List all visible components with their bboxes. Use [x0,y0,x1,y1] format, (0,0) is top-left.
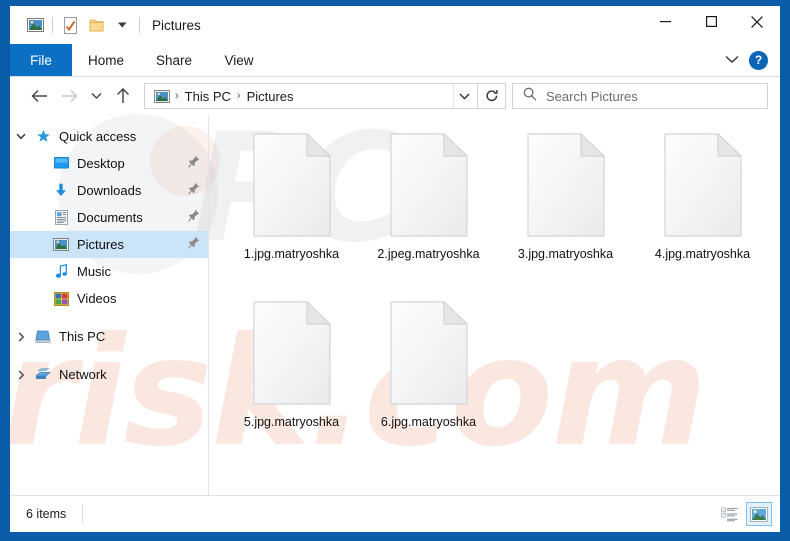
sidebar-item-pictures[interactable]: Pictures [10,231,208,258]
generic-file-icon [664,133,742,237]
pin-icon[interactable] [188,209,200,227]
tab-view[interactable]: View [208,44,270,76]
file-item[interactable]: 5.jpg.matryoshka [223,297,360,465]
tab-file[interactable]: File [10,44,72,76]
sidebar-item-label: Documents [77,210,143,225]
sidebar-item-videos[interactable]: Videos [10,285,208,312]
chevron-right-icon[interactable] [10,332,32,342]
desktop-icon [50,157,72,170]
new-folder-icon[interactable] [83,13,109,37]
music-icon [50,264,72,279]
large-icons-view-button[interactable] [746,502,772,526]
sidebar-item-desktop[interactable]: Desktop [10,150,208,177]
back-button[interactable] [24,82,54,110]
pin-icon[interactable] [188,236,200,254]
status-separator [82,504,83,524]
quick-access-toolbar [10,13,144,37]
file-name: 4.jpg.matryoshka [637,246,769,264]
generic-file-icon [527,133,605,237]
file-list[interactable]: 1.jpg.matryoshka 2.jpeg.matryoshka [209,115,780,495]
sidebar-item-label: This PC [59,329,105,344]
search-placeholder: Search Pictures [546,89,638,104]
sidebar-item-documents[interactable]: Documents [10,204,208,231]
pin-icon[interactable] [188,155,200,173]
ribbon-right-controls: ? [725,44,780,76]
view-buttons [716,502,772,526]
tab-share[interactable]: Share [140,44,208,76]
file-name: 6.jpg.matryoshka [363,414,495,432]
window-controls [642,6,780,44]
star-icon [32,129,54,144]
sidebar-item-label: Music [77,264,111,279]
sidebar-item-label: Desktop [77,156,125,171]
sidebar-item-this-pc[interactable]: This PC [10,323,208,350]
title-separator [139,17,140,33]
customize-chevron-icon[interactable] [109,13,135,37]
generic-file-icon [253,133,331,237]
properties-icon[interactable] [57,13,83,37]
file-item[interactable]: 4.jpg.matryoshka [634,129,771,297]
downloads-icon [50,183,72,198]
file-item[interactable]: 1.jpg.matryoshka [223,129,360,297]
sidebar-item-network[interactable]: Network [10,361,208,388]
breadcrumb-separator: › [173,90,181,102]
network-icon [32,368,54,382]
maximize-button[interactable] [688,6,734,37]
expand-ribbon-chevron-icon[interactable] [725,51,739,69]
details-view-button[interactable] [716,502,742,526]
recent-locations-button[interactable] [84,82,108,110]
sidebar-item-label: Network [59,367,107,382]
sidebar-item-label: Pictures [77,237,124,252]
generic-file-icon [253,301,331,405]
generic-file-icon [390,133,468,237]
title-bar: Pictures [10,6,780,44]
documents-icon [50,210,72,225]
breadcrumb-root-icon[interactable] [151,90,173,103]
item-count: 6 items [26,507,66,521]
breadcrumb-separator: › [235,90,243,102]
file-item[interactable]: 3.jpg.matryoshka [497,129,634,297]
generic-file-icon [390,301,468,405]
ribbon-tab-bar: File Home Share View ? [10,44,780,77]
address-bar: › This PC › Pictures Search Pictures [10,77,780,115]
minimize-button[interactable] [642,6,688,37]
tab-home[interactable]: Home [72,44,140,76]
main-content: Quick access Desktop [10,115,780,495]
pictures-icon [50,238,72,251]
file-name: 5.jpg.matryoshka [226,414,358,432]
chevron-right-icon[interactable] [10,370,32,380]
sidebar-item-downloads[interactable]: Downloads [10,177,208,204]
window-title: Pictures [152,18,201,33]
close-button[interactable] [734,6,780,37]
pin-icon[interactable] [188,182,200,200]
pictures-icon[interactable] [22,13,48,37]
chevron-down-icon[interactable] [10,133,32,140]
toolbar-separator [52,17,53,33]
forward-button[interactable] [54,82,84,110]
navigation-pane: Quick access Desktop [10,115,209,495]
breadcrumb-dropdown-icon[interactable] [453,84,475,108]
sidebar-item-quick-access[interactable]: Quick access [10,123,208,150]
breadcrumb-item-this-pc[interactable]: This PC [181,89,235,104]
sidebar-item-label: Quick access [59,129,136,144]
file-name: 2.jpeg.matryoshka [363,246,495,264]
file-item[interactable]: 2.jpeg.matryoshka [360,129,497,297]
explorer-window: PC risk.com [10,6,780,532]
file-name: 3.jpg.matryoshka [500,246,632,264]
status-bar: 6 items [10,495,780,532]
videos-icon [50,292,72,306]
breadcrumb-item-pictures[interactable]: Pictures [243,89,298,104]
search-input[interactable]: Search Pictures [512,83,768,109]
sidebar-item-label: Downloads [77,183,141,198]
this-pc-icon [32,330,54,344]
sidebar-item-label: Videos [77,291,117,306]
file-item[interactable]: 6.jpg.matryoshka [360,297,497,465]
up-button[interactable] [108,82,138,110]
sidebar-item-music[interactable]: Music [10,258,208,285]
file-name: 1.jpg.matryoshka [226,246,358,264]
refresh-button[interactable] [478,83,506,109]
breadcrumb[interactable]: › This PC › Pictures [144,83,478,109]
search-icon [523,87,537,106]
help-button[interactable]: ? [749,51,768,70]
